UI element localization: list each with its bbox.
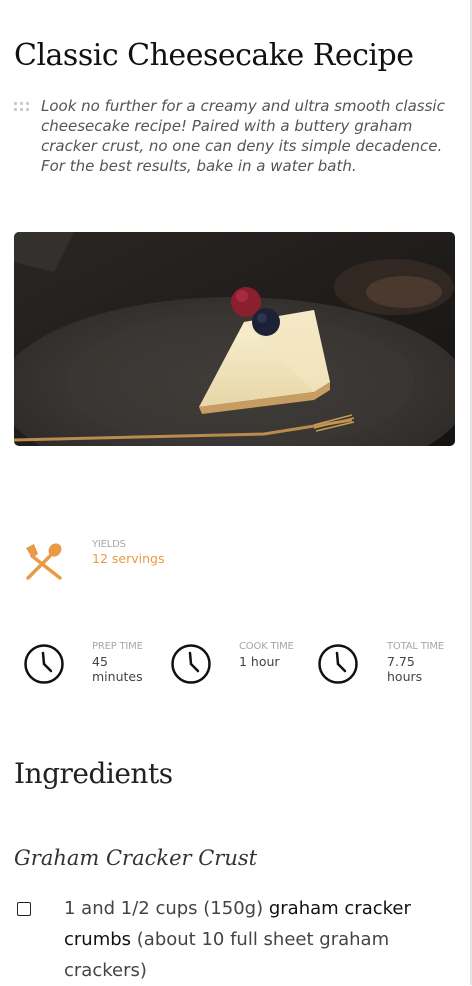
cook-time-label: COOK TIME (239, 641, 294, 652)
recipe-intro: Look no further for a creamy and ultra s… (41, 97, 445, 175)
cook-time-value: 1 hour (239, 654, 280, 669)
ingredient-group-title: Graham Cracker Crust (14, 846, 258, 870)
prep-time-label: PREP TIME (92, 641, 143, 652)
cook-clock-icon (170, 643, 212, 685)
total-time-value: 7.75 hours (387, 654, 423, 684)
ingredient-amount: 1 and 1/2 cups (150g) (64, 898, 264, 919)
cheesecake-photo (14, 232, 455, 446)
drag-handle-icon[interactable] (14, 102, 32, 114)
prep-clock-icon (23, 643, 65, 685)
prep-time-value: 45 minutes (92, 654, 143, 684)
fork-spoon-icon (24, 542, 64, 582)
checkbox-icon[interactable] (17, 902, 31, 916)
ingredients-heading: Ingredients (14, 757, 173, 790)
total-time-label: TOTAL TIME (387, 641, 444, 652)
ingredient-item: 1 and 1/2 cups (150g) graham cracker cru… (64, 893, 449, 986)
yields-value: 12 servings (92, 551, 165, 566)
recipe-title: Classic Cheesecake Recipe (14, 38, 414, 73)
total-clock-icon (317, 643, 359, 685)
yields-label: YIELDS (92, 539, 126, 550)
